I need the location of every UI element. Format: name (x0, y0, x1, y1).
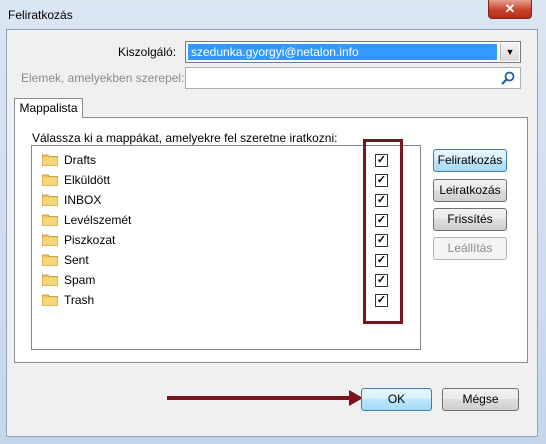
folder-name: Drafts (64, 153, 97, 167)
list-item[interactable]: Trash ✓ (32, 290, 420, 310)
folder-name: Trash (64, 293, 95, 307)
server-dropdown[interactable]: szedunka.gyorgyi@netalon.info ▼ (185, 41, 521, 63)
folder-icon (42, 214, 58, 226)
folder-icon (42, 194, 58, 206)
arrow-annotation-line (167, 396, 359, 400)
folder-icon (42, 154, 58, 166)
server-label: Kiszolgáló: (118, 45, 177, 59)
unsubscribe-button[interactable]: Leiratkozás (433, 179, 507, 202)
list-item[interactable]: Piszkozat ✓ (32, 230, 420, 250)
list-item[interactable]: Sent ✓ (32, 250, 420, 270)
refresh-button[interactable]: Frissítés (433, 208, 507, 231)
chevron-down-icon[interactable]: ▼ (500, 43, 519, 61)
folder-icon (42, 294, 58, 306)
search-icon[interactable] (500, 70, 516, 86)
dialog-window: Feliratkozás ✕ Kiszolgáló: szedunka.gyor… (0, 0, 546, 444)
list-item[interactable]: Drafts ✓ (32, 150, 420, 170)
instruction-text: Válassza ki a mappákat, amelyekre fel sz… (32, 131, 338, 145)
filter-label: Elemek, amelyekben szerepel: (21, 71, 185, 85)
title-bar: Feliratkozás ✕ (0, 0, 546, 30)
folder-icon (42, 174, 58, 186)
folder-name: INBOX (64, 193, 102, 207)
folder-name: Levélszemét (64, 213, 132, 227)
folder-name: Elküldött (64, 173, 111, 187)
list-item[interactable]: Spam ✓ (32, 270, 420, 290)
server-selected-value: szedunka.gyorgyi@netalon.info (188, 44, 497, 60)
folder-icon (42, 274, 58, 286)
tab-folder-list[interactable]: Mappalista (14, 98, 83, 118)
folder-name: Spam (64, 273, 96, 287)
filter-input[interactable] (185, 67, 521, 89)
folder-icon (42, 254, 58, 266)
cancel-button[interactable]: Mégse (442, 388, 519, 411)
folder-name: Piszkozat (64, 233, 116, 247)
subscribe-button[interactable]: Feliratkozás (433, 149, 507, 172)
window-title: Feliratkozás (8, 8, 73, 22)
ok-button[interactable]: OK (361, 388, 432, 411)
list-item[interactable]: INBOX ✓ (32, 190, 420, 210)
list-item[interactable]: Levélszemét ✓ (32, 210, 420, 230)
close-button[interactable]: ✕ (488, 0, 532, 19)
checkbox-highlight-annotation (363, 139, 403, 324)
folder-name: Sent (64, 253, 89, 267)
stop-button: Leállítás (433, 237, 507, 260)
list-item[interactable]: Elküldött ✓ (32, 170, 420, 190)
folder-icon (42, 234, 58, 246)
